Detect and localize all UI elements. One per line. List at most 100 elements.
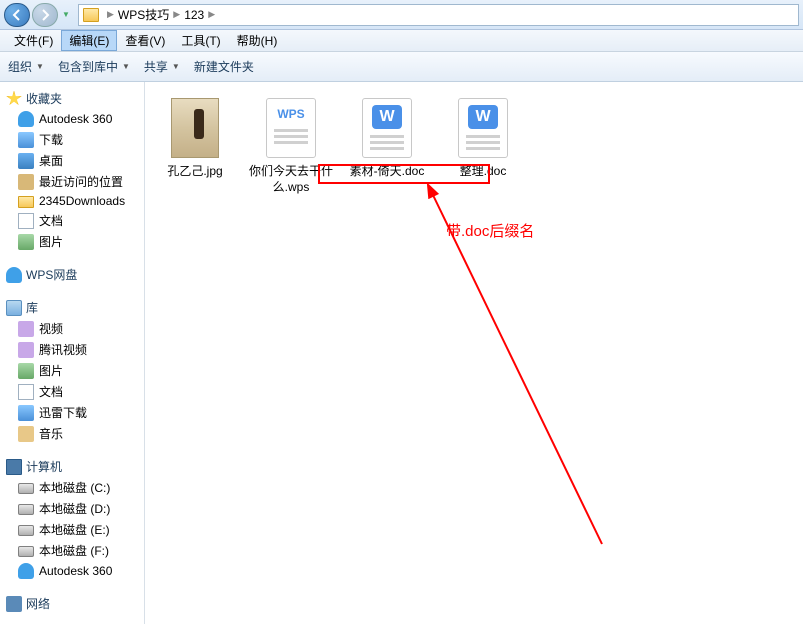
sidebar: 收藏夹 Autodesk 360 下载桌面最近访问的位置 2345Downloads… [0, 82, 145, 624]
side-favorites-label: 收藏夹 [26, 90, 62, 107]
sidebar-item-label: 本地磁盘 (E:) [39, 521, 110, 538]
sidebar-item-label: 图片 [39, 362, 63, 379]
sidebar-item-label: 迅雷下载 [39, 404, 87, 421]
desk-icon [18, 153, 34, 169]
sidebar-item-desktop[interactable]: 桌面 [2, 150, 142, 171]
sidebar-item-label: 视频 [39, 320, 63, 337]
menu-view[interactable]: 查看(V) [117, 30, 173, 51]
tb-share[interactable]: 共享▼ [144, 58, 180, 75]
doc-file-icon: W [362, 98, 412, 158]
back-button[interactable] [4, 3, 30, 27]
sidebar-item-downloads[interactable]: 下载 [2, 129, 142, 150]
sidebar-item-autodesk[interactable]: Autodesk 360 [2, 109, 142, 129]
side-computer-hdr[interactable]: 计算机 [2, 456, 142, 477]
cloud-icon [6, 267, 22, 283]
menu-tools[interactable]: 工具(T) [173, 30, 228, 51]
history-dropdown[interactable]: ▼ [60, 3, 72, 27]
file-sucai[interactable]: W 素材-倚天.doc [343, 92, 431, 199]
main: 收藏夹 Autodesk 360 下载桌面最近访问的位置 2345Downloads… [0, 82, 803, 624]
sidebar-item-autodesk2[interactable]: Autodesk 360 [2, 561, 142, 581]
address-bar[interactable]: ▶ WPS技巧 ▶ 123 ▶ [78, 4, 799, 26]
chevron-right-icon: ▶ [208, 9, 215, 20]
tb-include[interactable]: 包含到库中▼ [58, 58, 130, 75]
folder-icon [83, 8, 99, 22]
sidebar-item-documents[interactable]: 文档 [2, 381, 142, 402]
sidebar-item-label: 本地磁盘 (F:) [39, 542, 109, 559]
file-label: 素材-倚天.doc [350, 164, 425, 180]
disk-icon [18, 483, 34, 494]
sidebar-item-video[interactable]: 视频 [2, 318, 142, 339]
cloud-icon [18, 111, 34, 127]
sidebar-item-label: 图片 [39, 233, 63, 250]
sidebar-item-label: 2345Downloads [39, 194, 125, 208]
titlebar: ▼ ▶ WPS技巧 ▶ 123 ▶ [0, 0, 803, 30]
pic-icon [18, 234, 34, 250]
down-icon [18, 132, 34, 148]
file-nimen[interactable]: WPS 你们今天去干什么.wps [247, 92, 335, 199]
side-computer: 计算机 本地磁盘 (C:) 本地磁盘 (D:) 本地磁盘 (E:) 本地磁盘 (F:)… [2, 456, 142, 581]
path-seg-0[interactable]: WPS技巧 [118, 6, 169, 23]
side-network-label: 网络 [26, 595, 50, 612]
vid-icon [18, 321, 34, 337]
side-libraries: 库 视频腾讯视频图片文档迅雷下载音乐 [2, 297, 142, 444]
sidebar-item-label: 本地磁盘 (C:) [39, 479, 110, 496]
side-libraries-label: 库 [26, 299, 38, 316]
computer-icon [6, 459, 22, 475]
menu-file[interactable]: 文件(F) [6, 30, 61, 51]
folder-icon [18, 196, 34, 208]
forward-button[interactable] [32, 3, 58, 27]
file-label: 孔乙己.jpg [167, 164, 222, 180]
disk-icon [18, 546, 34, 557]
sidebar-item-label: Autodesk 360 [39, 564, 112, 578]
doc-icon [18, 384, 34, 400]
recent-icon [18, 174, 34, 190]
sidebar-item-recent[interactable]: 最近访问的位置 [2, 171, 142, 192]
sidebar-item-label: 本地磁盘 (D:) [39, 500, 110, 517]
doc-icon [18, 213, 34, 229]
path-seg-1[interactable]: 123 [184, 8, 204, 22]
sidebar-item-label: 桌面 [39, 152, 63, 169]
sidebar-item-pictures[interactable]: 图片 [2, 360, 142, 381]
network-icon [6, 596, 22, 612]
side-libraries-hdr[interactable]: 库 [2, 297, 142, 318]
file-zhengli[interactable]: W 整理.doc [439, 92, 527, 199]
file-label: 整理.doc [460, 164, 507, 180]
chevron-right-icon: ▶ [173, 9, 180, 20]
side-wpscloud-label: WPS网盘 [26, 266, 77, 283]
menu-edit[interactable]: 编辑(E) [61, 30, 117, 51]
star-icon [6, 91, 22, 107]
sidebar-item-2345[interactable]: 2345Downloads [2, 192, 142, 210]
side-favorites: 收藏夹 Autodesk 360 下载桌面最近访问的位置 2345Downloads… [2, 88, 142, 252]
sidebar-item-tencent[interactable]: 腾讯视频 [2, 339, 142, 360]
side-computer-label: 计算机 [26, 458, 62, 475]
music-icon [18, 426, 34, 442]
library-icon [6, 300, 22, 316]
side-wpscloud[interactable]: WPS网盘 [2, 264, 142, 285]
tb-newfolder[interactable]: 新建文件夹 [194, 58, 254, 75]
menubar: 文件(F) 编辑(E) 查看(V) 工具(T) 帮助(H) [0, 30, 803, 52]
side-network[interactable]: 网络 [2, 593, 142, 614]
side-favorites-hdr[interactable]: 收藏夹 [2, 88, 142, 109]
sidebar-item-label: 文档 [39, 212, 63, 229]
doc-file-icon: W [458, 98, 508, 158]
sidebar-item-disk-e[interactable]: 本地磁盘 (E:) [2, 519, 142, 540]
sidebar-item-label: 音乐 [39, 425, 63, 442]
sidebar-item-disk-d[interactable]: 本地磁盘 (D:) [2, 498, 142, 519]
menu-help[interactable]: 帮助(H) [229, 30, 286, 51]
sidebar-item-label: 下载 [39, 131, 63, 148]
content-area[interactable]: 孔乙己.jpgWPS你们今天去干什么.wpsW素材-倚天.docW整理.doc … [145, 82, 803, 624]
toolbar: 组织▼ 包含到库中▼ 共享▼ 新建文件夹 [0, 52, 803, 82]
sidebar-item-docs[interactable]: 文档 [2, 210, 142, 231]
sidebar-item-label: 腾讯视频 [39, 341, 87, 358]
sidebar-item-disk-f[interactable]: 本地磁盘 (F:) [2, 540, 142, 561]
sidebar-item-label: 最近访问的位置 [39, 173, 123, 190]
sidebar-item-pics[interactable]: 图片 [2, 231, 142, 252]
tb-organize[interactable]: 组织▼ [8, 58, 44, 75]
file-kongyiji[interactable]: 孔乙己.jpg [151, 92, 239, 199]
sidebar-item-xunlei[interactable]: 迅雷下载 [2, 402, 142, 423]
sidebar-item-music[interactable]: 音乐 [2, 423, 142, 444]
wps-file-icon: WPS [266, 98, 316, 158]
sidebar-item-disk-c[interactable]: 本地磁盘 (C:) [2, 477, 142, 498]
file-label: 你们今天去干什么.wps [249, 164, 333, 195]
annotation-text: 带.doc后缀名 [446, 220, 534, 241]
